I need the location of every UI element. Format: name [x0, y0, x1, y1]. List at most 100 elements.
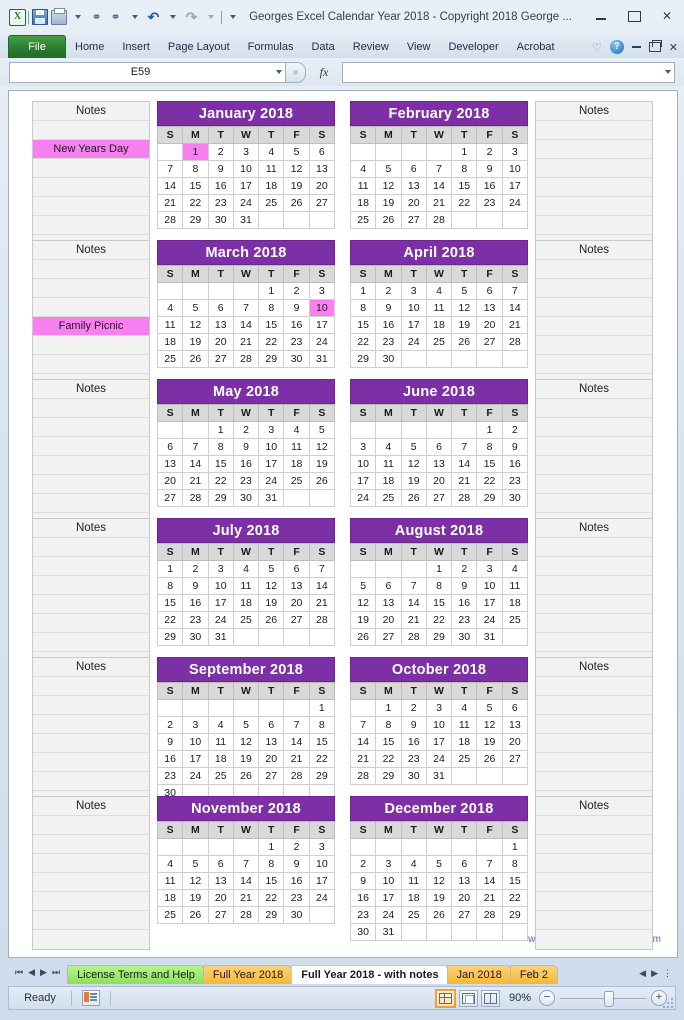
day-cell[interactable]: 10 [501, 160, 529, 178]
day-cell[interactable]: 22 [349, 333, 377, 351]
day-cell[interactable]: 26 [308, 472, 336, 490]
day-cell[interactable]: 15 [451, 177, 478, 195]
note-empty-row[interactable] [536, 854, 652, 873]
day-cell[interactable]: 18 [451, 733, 478, 751]
note-empty-row[interactable] [536, 494, 652, 513]
day-cell[interactable]: 6 [258, 716, 285, 734]
day-cell[interactable]: 7 [182, 438, 209, 456]
day-cell[interactable]: 3 [308, 838, 336, 856]
ribbon-minimize-icon[interactable] [631, 46, 641, 48]
day-cell[interactable]: 16 [501, 455, 529, 473]
day-cell[interactable]: 28 [156, 211, 184, 229]
day-cell[interactable]: 19 [425, 889, 453, 907]
note-empty-row[interactable] [536, 633, 652, 652]
day-cell[interactable]: 15 [258, 316, 285, 334]
day-cell[interactable]: 3 [207, 560, 234, 578]
note-empty-row[interactable] [33, 854, 149, 873]
note-empty-row[interactable] [33, 835, 149, 854]
day-cell[interactable]: 4 [207, 716, 234, 734]
day-cell[interactable]: 29 [375, 767, 402, 785]
day-cell[interactable]: 8 [501, 855, 529, 873]
note-entry[interactable]: New Years Day [33, 140, 149, 159]
day-cell[interactable]: 2 [283, 282, 310, 300]
day-cell[interactable]: 12 [308, 438, 336, 456]
day-cell[interactable]: 16 [400, 733, 427, 751]
ribbon-close-icon[interactable]: ✕ [669, 41, 678, 54]
day-cell[interactable]: 20 [258, 750, 285, 768]
day-cell[interactable]: 24 [375, 906, 402, 924]
day-cell[interactable]: 2 [501, 421, 529, 439]
day-cell[interactable]: 30 [349, 923, 377, 941]
day-cell[interactable]: 4 [451, 699, 478, 717]
day-cell[interactable]: 23 [476, 194, 503, 212]
day-cell[interactable]: 28 [232, 350, 260, 368]
day-cell[interactable]: 28 [501, 333, 529, 351]
day-cell[interactable]: 29 [349, 350, 377, 368]
day-cell[interactable]: 9 [232, 438, 260, 456]
day-cell[interactable]: 12 [182, 316, 209, 334]
note-empty-row[interactable] [33, 873, 149, 892]
day-cell[interactable]: 15 [349, 316, 377, 334]
day-cell[interactable]: 13 [156, 455, 184, 473]
day-cell[interactable]: 21 [283, 750, 310, 768]
day-cell[interactable]: 28 [349, 767, 377, 785]
day-cell[interactable]: 25 [232, 611, 260, 629]
day-cell[interactable]: 2 [182, 560, 209, 578]
day-cell[interactable]: 11 [501, 577, 529, 595]
resize-grip[interactable] [663, 998, 673, 1008]
day-cell[interactable]: 21 [476, 889, 503, 907]
day-cell[interactable]: 19 [283, 177, 310, 195]
note-empty-row[interactable] [536, 279, 652, 298]
next-sheet-icon[interactable]: ▶ [40, 968, 47, 978]
day-cell[interactable]: 9 [501, 438, 529, 456]
page-layout-view-button[interactable] [458, 989, 478, 1007]
day-cell[interactable]: 12 [182, 872, 209, 890]
day-cell[interactable]: 9 [400, 716, 427, 734]
day-cell[interactable]: 22 [308, 750, 336, 768]
note-empty-row[interactable] [33, 475, 149, 494]
formula-input[interactable] [342, 61, 675, 83]
day-cell[interactable]: 19 [258, 594, 285, 612]
note-empty-row[interactable] [33, 576, 149, 595]
day-cell[interactable]: 5 [349, 577, 377, 595]
day-cell[interactable]: 26 [425, 906, 453, 924]
day-cell[interactable]: 29 [476, 489, 503, 507]
day-cell[interactable]: 26 [375, 211, 402, 229]
day-cell[interactable]: 27 [425, 489, 453, 507]
day-cell[interactable]: 16 [182, 594, 209, 612]
day-cell[interactable]: 5 [375, 160, 402, 178]
day-cell[interactable]: 27 [375, 628, 402, 646]
save-icon[interactable] [31, 9, 48, 26]
day-cell[interactable]: 3 [258, 421, 285, 439]
day-cell[interactable]: 8 [349, 299, 377, 317]
note-empty-row[interactable] [536, 873, 652, 892]
day-cell[interactable]: 21 [182, 472, 209, 490]
day-cell[interactable]: 4 [232, 560, 260, 578]
day-cell[interactable]: 6 [207, 299, 234, 317]
day-cell[interactable]: 21 [232, 333, 260, 351]
day-cell[interactable]: 6 [156, 438, 184, 456]
insert-function-toggle-icon[interactable] [285, 61, 306, 83]
day-cell[interactable]: 1 [476, 421, 503, 439]
note-empty-row[interactable] [33, 772, 149, 791]
day-cell[interactable]: 30 [375, 350, 402, 368]
day-cell[interactable]: 21 [501, 316, 529, 334]
day-cell[interactable]: 21 [349, 750, 377, 768]
day-cell[interactable]: 11 [349, 177, 377, 195]
day-cell[interactable]: 25 [283, 472, 310, 490]
day-cell[interactable]: 5 [476, 699, 503, 717]
day-cell[interactable]: 31 [258, 489, 285, 507]
day-cell[interactable]: 15 [182, 177, 209, 195]
day-cell[interactable]: 20 [425, 472, 453, 490]
day-cell[interactable]: 17 [425, 733, 453, 751]
day-cell[interactable]: 12 [425, 872, 453, 890]
day-cell[interactable]: 10 [258, 438, 285, 456]
day-cell[interactable]: 26 [182, 906, 209, 924]
note-empty-row[interactable] [33, 911, 149, 930]
day-cell[interactable]: 20 [207, 333, 234, 351]
note-empty-row[interactable] [33, 614, 149, 633]
day-cell[interactable]: 13 [258, 733, 285, 751]
day-cell[interactable]: 25 [400, 906, 427, 924]
scroll-tabs-right-icon[interactable]: ▶ [651, 968, 658, 979]
day-cell[interactable]: 16 [232, 455, 260, 473]
